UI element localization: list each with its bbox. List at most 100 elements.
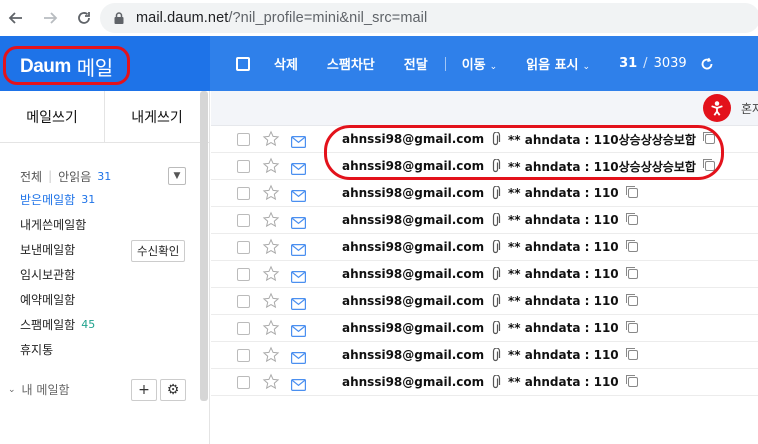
copy-icon[interactable] [625,294,638,306]
mail-sender[interactable]: ahnssi98@gmail.com [342,240,484,254]
star-icon[interactable] [262,373,280,391]
filter-unread[interactable]: 안읽음 [58,168,91,185]
promo-strip: 혼자 [211,91,758,126]
mail-subject-wrap[interactable]: ** ahndata : 110 [508,348,638,362]
charity-person-icon[interactable] [703,94,731,122]
folder-trash[interactable]: 휴지통 [20,337,209,362]
star-icon[interactable] [262,292,280,310]
mailbox-settings-button[interactable]: ⚙ [160,379,186,401]
envelope-icon [291,268,307,284]
mail-sender[interactable]: ahnssi98@gmail.com [342,375,484,389]
mark-read-label: 읽음 표시 [526,58,579,73]
mail-sender[interactable]: ahnssi98@gmail.com [342,267,484,281]
star-icon[interactable] [262,346,280,364]
star-icon[interactable] [262,211,280,229]
folder-label: 임시보관함 [20,268,76,282]
envelope-icon [291,214,307,230]
reload-button[interactable] [72,6,96,30]
folder-inbox[interactable]: 받은메일함 31 [20,187,209,212]
mail-row[interactable]: ahnssi98@gmail.com ** ahndata : 110 [211,342,758,369]
folder-label: 휴지통 [20,343,54,357]
reload-icon [78,12,90,24]
mail-subject-wrap[interactable]: ** ahndata : 110 [508,186,638,200]
mail-checkbox[interactable] [237,186,250,200]
filter-all[interactable]: 전체 [20,168,42,185]
copy-icon[interactable] [625,240,638,252]
mail-row[interactable]: ahnssi98@gmail.com ** ahndata : 110 [211,261,758,288]
mail-checkbox[interactable] [237,240,250,254]
refresh-icon[interactable] [699,56,715,72]
person-figure-icon [711,101,723,116]
mail-row[interactable]: ahnssi98@gmail.com ** ahndata : 110 [211,315,758,342]
envelope-icon [291,241,307,257]
folder-scheduled[interactable]: 예약메일함 [20,287,209,312]
forward-button[interactable]: 전달 [404,54,428,73]
mail-checkbox[interactable] [237,375,250,389]
folder-self-sent[interactable]: 내게쓴메일함 [20,212,209,237]
mail-checkbox[interactable] [237,132,250,146]
folder-drafts[interactable]: 임시보관함 [20,262,209,287]
mail-subject: ** ahndata : 110 [508,375,619,389]
mail-row[interactable]: ahnssi98@gmail.com ** ahndata : 110 [211,207,758,234]
paperclip-icon [491,374,501,390]
collapse-folders-button[interactable]: ▼ [168,167,186,185]
mail-checkbox[interactable] [237,321,250,335]
mail-subject-wrap[interactable]: ** ahndata : 110 [508,213,638,227]
write-to-me-button[interactable]: 내게쓰기 [104,91,209,142]
mail-subject-wrap[interactable]: ** ahndata : 110 [508,375,638,389]
copy-icon[interactable] [625,321,638,333]
copy-icon[interactable] [625,267,638,279]
back-button[interactable] [4,6,28,30]
block-spam-button[interactable]: 스팸차단 [327,54,375,73]
mail-row[interactable]: ahnssi98@gmail.com ** ahndata : 110 [211,180,758,207]
my-mailbox-toggle[interactable]: ⌄ 내 메일함 [8,381,70,398]
mail-subject-wrap[interactable]: ** ahndata : 110 [508,321,638,335]
sidebar-scrollbar[interactable] [200,91,208,401]
mail-checkbox[interactable] [237,348,250,362]
count-separator: / [643,56,648,71]
add-mailbox-button[interactable]: + [131,379,157,401]
mail-sender[interactable]: ahnssi98@gmail.com [342,186,484,200]
mail-subject: ** ahndata : 110 [508,240,619,254]
copy-icon[interactable] [625,348,638,360]
url-field[interactable]: mail.daum.net/?nil_profile=mini&nil_src=… [100,3,758,33]
copy-icon[interactable] [625,375,638,387]
mail-subject: ** ahndata : 110 [508,294,619,308]
mail-row[interactable]: ahnssi98@gmail.com ** ahndata : 110 [211,234,758,261]
mail-checkbox[interactable] [237,213,250,227]
mail-subject-wrap[interactable]: ** ahndata : 110 [508,267,638,281]
mail-checkbox[interactable] [237,294,250,308]
mail-checkbox[interactable] [237,267,250,281]
mail-sender[interactable]: ahnssi98@gmail.com [342,321,484,335]
delete-button[interactable]: 삭제 [274,54,298,73]
star-icon[interactable] [262,238,280,256]
star-icon[interactable] [262,319,280,337]
folder-label: 스팸메일함 [20,318,76,332]
mail-row[interactable]: ahnssi98@gmail.com ** ahndata : 110 [211,369,758,396]
star-icon[interactable] [262,265,280,283]
mail-subject: ** ahndata : 110 [508,213,619,227]
mark-read-dropdown[interactable]: 읽음 표시 ⌄ [526,54,590,73]
mail-sender[interactable]: ahnssi98@gmail.com [342,348,484,362]
read-receipt-button[interactable]: 수신확인 [131,240,186,262]
mail-subject-wrap[interactable]: ** ahndata : 110 [508,294,638,308]
select-all-checkbox[interactable] [236,56,250,71]
paperclip-icon [491,347,501,363]
star-icon[interactable] [262,184,280,202]
write-mail-button[interactable]: 메일쓰기 [0,91,104,142]
folder-spam[interactable]: 스팸메일함 45 [20,312,209,337]
compose-row: 메일쓰기 내게쓰기 [0,91,209,143]
mail-checkbox[interactable] [237,159,250,173]
mail-subject-wrap[interactable]: ** ahndata : 110 [508,240,638,254]
mail-row[interactable]: ahnssi98@gmail.com ** ahndata : 110 [211,288,758,315]
copy-icon[interactable] [625,186,638,198]
copy-icon[interactable] [625,213,638,225]
mail-sender[interactable]: ahnssi98@gmail.com [342,294,484,308]
move-dropdown[interactable]: 이동 ⌄ [462,54,497,73]
mail-sender[interactable]: ahnssi98@gmail.com [342,213,484,227]
star-icon[interactable] [262,130,280,148]
browser-address-bar: mail.daum.net/?nil_profile=mini&nil_src=… [0,0,758,36]
url-host: mail.daum.net [136,10,229,26]
forward-nav-button[interactable] [38,6,62,30]
star-icon[interactable] [262,157,280,175]
